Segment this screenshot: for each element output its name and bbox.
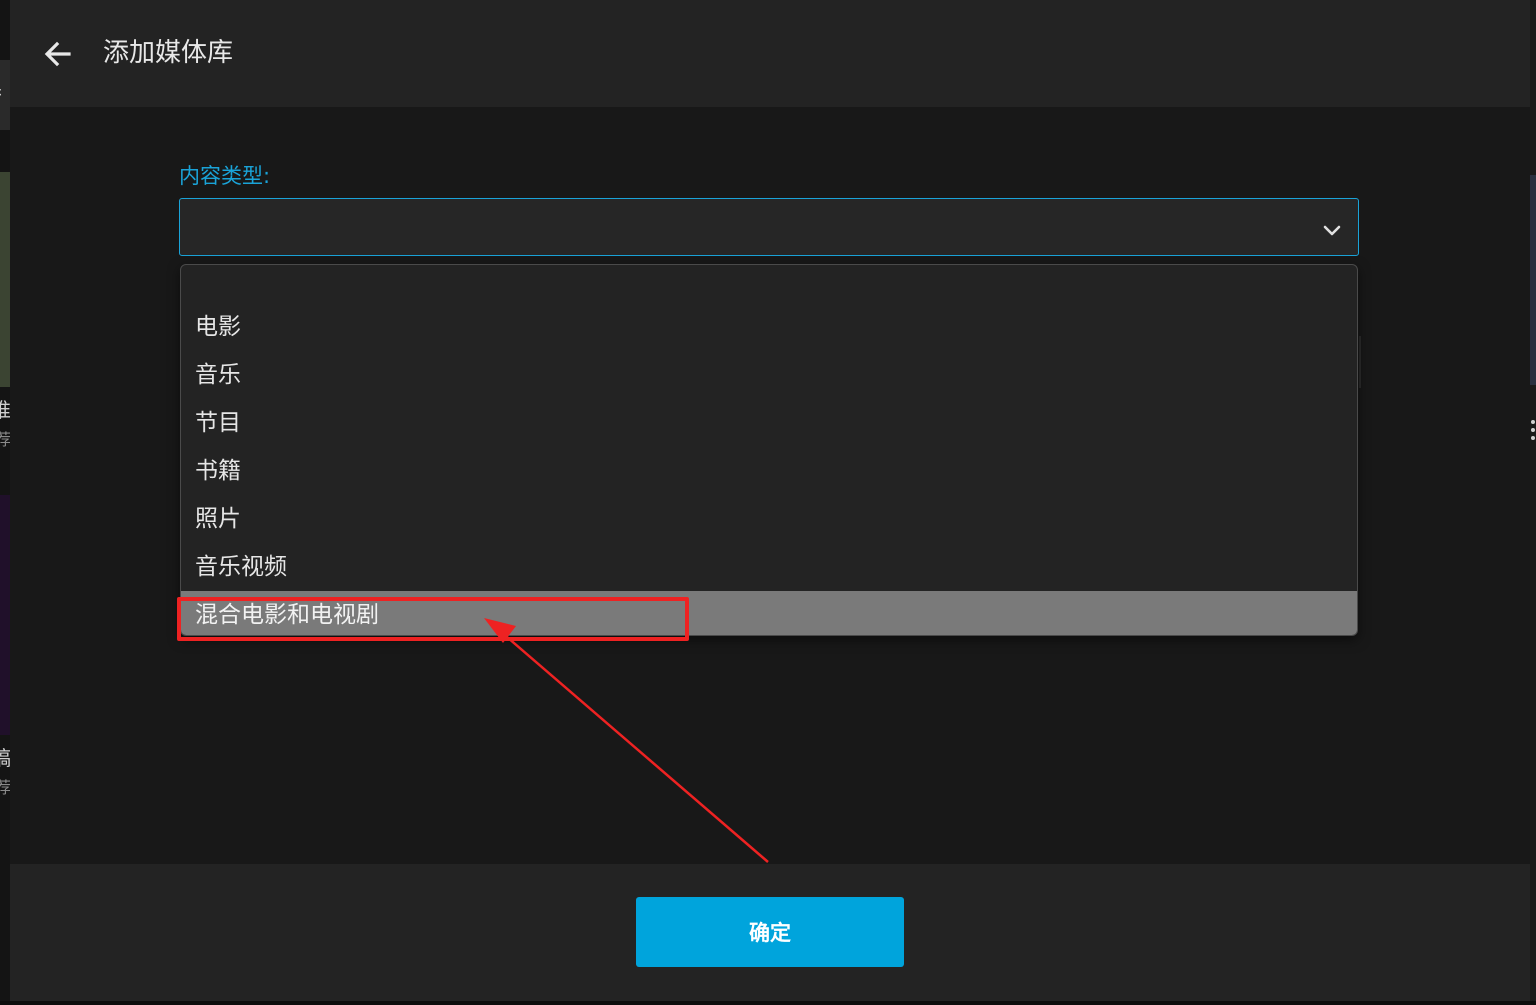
arrow-left-icon (44, 41, 71, 67)
bottom-edge (0, 1001, 1536, 1005)
dialog-header: 添加媒体库 (10, 0, 1530, 107)
add-media-library-dialog: 添加媒体库 内容类型: 电影 音乐 节目 书籍 照片 音乐视频 混合电影和电视剧… (10, 0, 1530, 1001)
back-button[interactable] (38, 36, 78, 72)
content-type-label: 内容类型: (179, 164, 271, 188)
background-page-right (1530, 0, 1536, 1005)
dropdown-option-movies[interactable]: 电影 (181, 303, 1357, 351)
content-type-select[interactable] (179, 198, 1359, 256)
dropdown-option-shows[interactable]: 节目 (181, 399, 1357, 447)
dropdown-option-music-videos[interactable]: 音乐视频 (181, 543, 1357, 591)
more-options-icon[interactable] (1531, 420, 1535, 444)
obscured-field-edge (1359, 336, 1361, 388)
background-thumbnail (1530, 175, 1536, 385)
screen: 扌 推 荐 稿 荐 添加媒体库 内容类型: 电影 音乐 节目 书籍 照片 音乐视… (0, 0, 1536, 1005)
background-thumbnail (0, 172, 10, 387)
dialog-title: 添加媒体库 (103, 38, 234, 68)
chevron-down-icon (1323, 225, 1341, 236)
dropdown-option-books[interactable]: 书籍 (181, 447, 1357, 495)
dialog-footer: 确定 (10, 864, 1530, 1001)
dropdown-option-photos[interactable]: 照片 (181, 495, 1357, 543)
dropdown-option-music[interactable]: 音乐 (181, 351, 1357, 399)
content-type-dropdown: 电影 音乐 节目 书籍 照片 音乐视频 混合电影和电视剧 (180, 264, 1358, 636)
background-thumbnail (0, 495, 10, 735)
dropdown-option-mixed-movies-tv[interactable]: 混合电影和电视剧 (181, 591, 1357, 635)
background-page-left: 扌 推 荐 稿 荐 (0, 0, 11, 1005)
confirm-button[interactable]: 确定 (636, 897, 904, 967)
